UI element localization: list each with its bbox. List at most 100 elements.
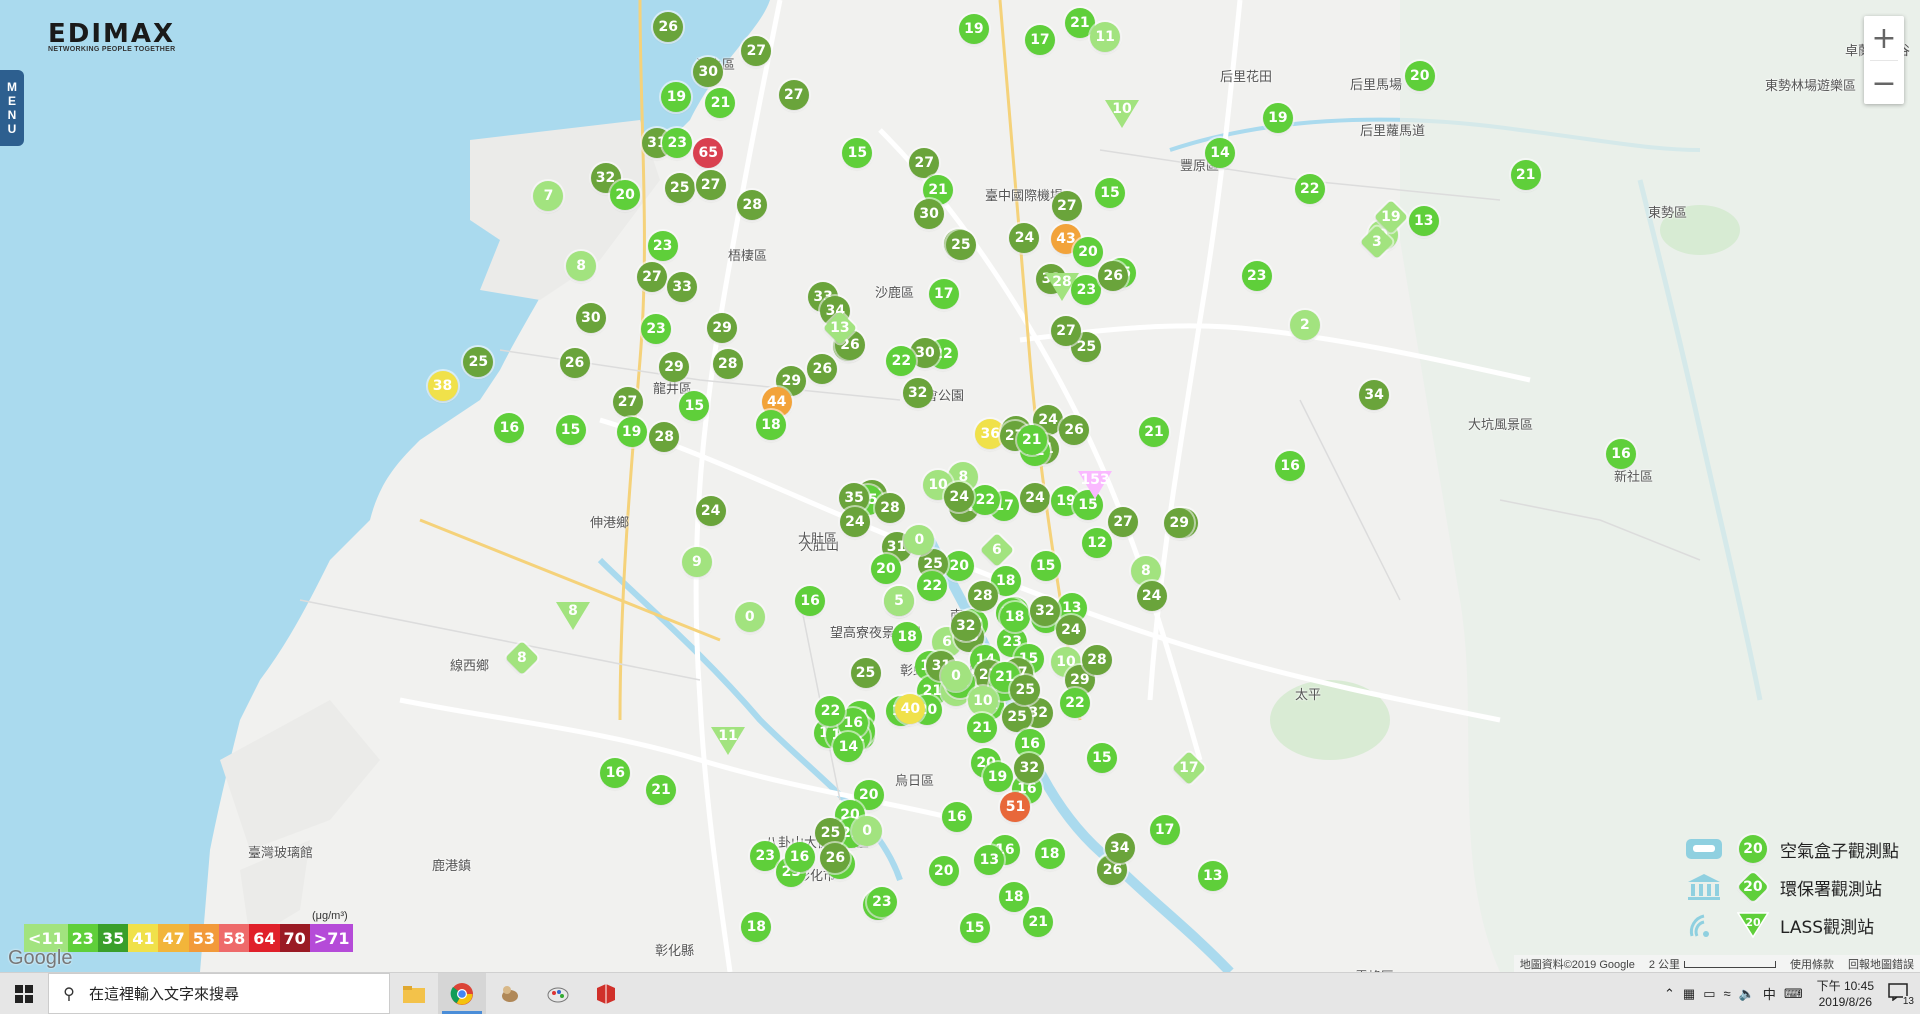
battery-icon[interactable]: ▭ (1703, 986, 1715, 1002)
file-explorer-icon[interactable] (390, 973, 438, 1014)
chrome-icon[interactable] (438, 973, 486, 1014)
chevron-up-icon[interactable]: ⌃ (1664, 986, 1675, 1002)
airbox-marker[interactable]: 19 (616, 417, 647, 447)
airbox-marker[interactable]: 38 (427, 371, 458, 401)
report-error-link[interactable]: 回報地圖錯誤 (1848, 956, 1914, 972)
lass-marker[interactable]: 11 (711, 727, 745, 757)
lass-marker[interactable]: 8 (556, 602, 590, 632)
airbox-marker[interactable]: 20 (1404, 61, 1435, 91)
airbox-marker[interactable]: 34 (1104, 833, 1135, 863)
taskbar-search-box[interactable]: ⚲ 在這裡輸入文字來搜尋 (48, 973, 390, 1014)
airbox-marker[interactable]: 30 (914, 199, 945, 229)
airbox-marker[interactable]: 22 (1059, 688, 1090, 718)
airbox-marker[interactable]: 32 (902, 378, 933, 408)
clock[interactable]: 下午 10:45 2019/8/26 (1817, 978, 1874, 1010)
airbox-marker[interactable]: 25 (664, 173, 695, 203)
airbox-marker[interactable]: 0 (734, 602, 765, 632)
airbox-marker[interactable]: 19 (1262, 103, 1293, 133)
airbox-marker[interactable]: 26 (1059, 415, 1090, 445)
airbox-marker[interactable]: 32 (950, 611, 981, 641)
airbox-marker[interactable]: 21 (967, 713, 998, 743)
airbox-marker[interactable]: 0 (940, 661, 971, 691)
airbox-marker[interactable]: 27 (637, 262, 667, 292)
airbox-marker[interactable]: 24 (1055, 615, 1086, 645)
airbox-marker[interactable]: 18 (755, 410, 786, 440)
start-button[interactable] (0, 973, 48, 1014)
airbox-marker[interactable]: 16 (795, 586, 826, 616)
airbox-marker[interactable]: 32 (1029, 596, 1060, 626)
airbox-marker[interactable]: 20 (870, 554, 901, 584)
airbox-marker[interactable]: 23 (641, 314, 672, 344)
airbox-marker[interactable]: 21 (1016, 425, 1047, 455)
airbox-marker[interactable]: 19 (982, 762, 1013, 792)
airbox-marker[interactable]: 28 (874, 493, 905, 523)
airbox-marker[interactable]: 17 (1024, 25, 1055, 55)
airbox-marker[interactable]: 14 (1205, 138, 1236, 168)
airbox-marker[interactable]: 17 (928, 279, 959, 309)
airbox-marker[interactable]: 21 (645, 775, 676, 805)
airbox-marker[interactable]: 28 (1081, 645, 1112, 675)
airbox-marker[interactable]: 2 (1289, 310, 1320, 340)
airbox-marker[interactable]: 17 (1149, 815, 1180, 845)
airbox-marker[interactable]: 28 (967, 581, 998, 611)
airbox-marker[interactable]: 8 (566, 251, 597, 281)
airbox-marker[interactable]: 27 (612, 387, 643, 417)
airbox-marker[interactable]: 21 (1510, 160, 1541, 190)
keyboard-icon[interactable]: ⌨ (1784, 986, 1803, 1002)
action-center-button[interactable]: 13 (1888, 982, 1914, 1007)
airbox-marker[interactable]: 18 (998, 882, 1029, 912)
airbox-marker[interactable]: 5 (883, 586, 914, 616)
wifi-icon[interactable]: ≈ (1724, 986, 1731, 1001)
airbox-marker[interactable]: 25 (1002, 702, 1033, 732)
airbox-marker[interactable]: 24 (1020, 483, 1051, 513)
volume-icon[interactable]: 🔈 (1739, 986, 1755, 1002)
airbox-marker[interactable]: 13 (1408, 206, 1439, 236)
airbox-marker[interactable]: 13 (1197, 861, 1228, 891)
airbox-marker[interactable]: 24 (1136, 581, 1167, 611)
zoom-out-button[interactable]: − (1864, 61, 1904, 105)
airbox-marker[interactable]: 29 (707, 313, 738, 343)
app-icon-red[interactable] (582, 973, 630, 1014)
airbox-marker[interactable]: 16 (784, 842, 815, 872)
airbox-marker[interactable]: 23 (866, 887, 897, 917)
airbox-marker[interactable]: 30 (575, 303, 606, 333)
airbox-marker[interactable]: 12 (1081, 528, 1112, 558)
airbox-marker[interactable]: 16 (941, 802, 972, 832)
airbox-marker[interactable]: 16 (1606, 439, 1637, 469)
airbox-marker[interactable]: 0 (852, 816, 883, 846)
airbox-marker[interactable]: 19 (958, 14, 989, 44)
airbox-marker[interactable]: 18 (1034, 839, 1065, 869)
zoom-in-button[interactable]: + (1864, 16, 1904, 60)
airbox-marker[interactable]: 20 (928, 856, 959, 886)
airbox-marker[interactable]: 27 (778, 80, 809, 110)
airbox-marker[interactable]: 15 (1095, 178, 1126, 208)
airbox-marker[interactable]: 27 (909, 148, 940, 178)
airbox-marker[interactable]: 27 (695, 170, 726, 200)
lass-marker[interactable]: 10 (1105, 100, 1139, 130)
menu-tab-button[interactable]: M E N U (0, 70, 24, 146)
airbox-marker[interactable]: 18 (999, 602, 1030, 632)
terms-link[interactable]: 使用條款 (1790, 956, 1834, 972)
airbox-marker[interactable]: 27 (1051, 191, 1082, 221)
airbox-marker[interactable]: 25 (945, 230, 976, 260)
map-canvas[interactable]: 清水區后里花田后里馬場后里蘿馬道卓蘭大峽谷東勢林場遊樂區臺中國際機場梧棲區沙鹿區… (0, 0, 1920, 972)
airbox-marker[interactable]: 20 (610, 180, 641, 210)
airbox-marker[interactable]: 29 (659, 352, 689, 382)
airbox-marker[interactable]: 22 (1294, 174, 1325, 204)
airbox-marker[interactable]: 15 (555, 415, 586, 445)
airbox-marker[interactable]: 15 (1086, 743, 1117, 773)
airbox-marker[interactable]: 10 (967, 686, 998, 716)
airbox-marker[interactable]: 16 (1275, 451, 1306, 481)
app-icon-paint[interactable] (534, 973, 582, 1014)
app-icon-bird[interactable] (486, 973, 534, 1014)
lass-marker[interactable]: 28 (1045, 273, 1079, 303)
airbox-marker[interactable]: 27 (1108, 507, 1139, 537)
airbox-marker[interactable]: 27 (1051, 316, 1082, 346)
airbox-marker[interactable]: 23 (1241, 261, 1272, 291)
airbox-marker[interactable]: 11 (1090, 22, 1121, 52)
edimax-logo[interactable]: EDIMAX NETWORKING PEOPLE TOGETHER (48, 21, 175, 53)
airbox-marker[interactable]: 25 (850, 658, 881, 688)
airbox-marker[interactable]: 33 (667, 272, 698, 302)
airbox-marker[interactable]: 34 (1359, 380, 1390, 410)
airbox-marker[interactable]: 15 (959, 913, 990, 943)
